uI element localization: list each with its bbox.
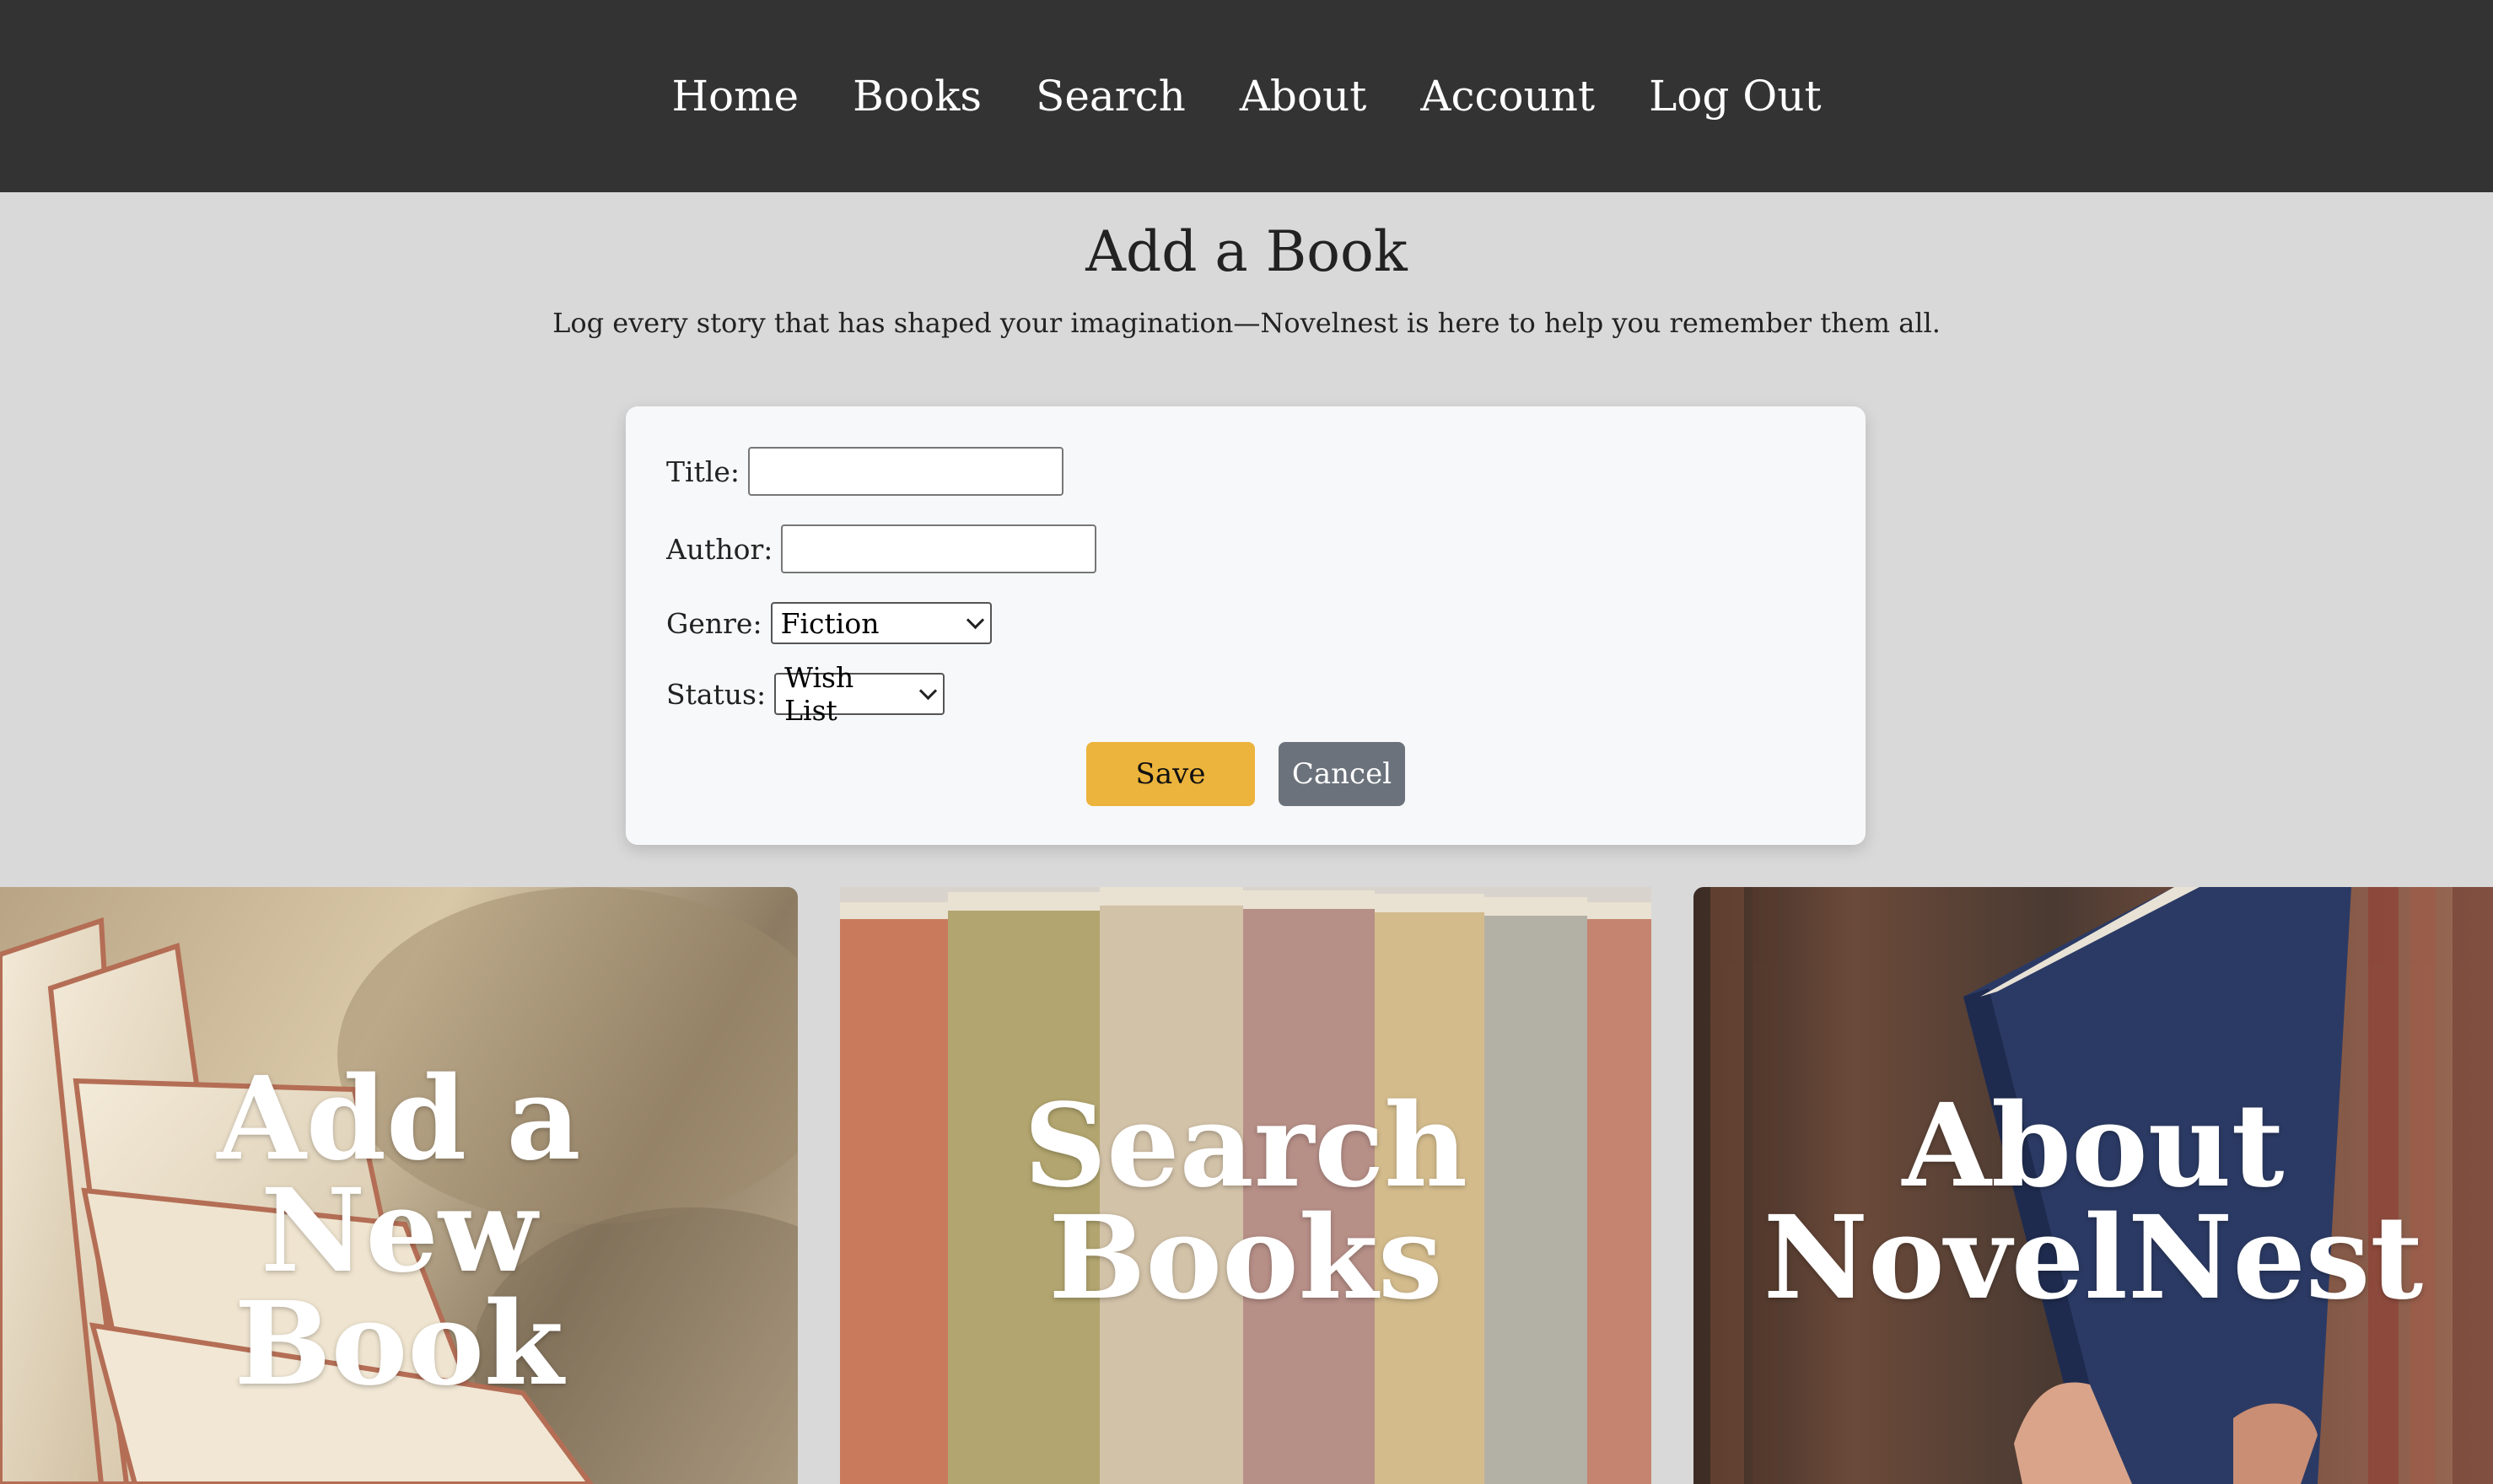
nav-books-link[interactable]: Books [853, 72, 982, 121]
status-selected-value: Wish List [784, 661, 854, 727]
author-row: Author: [666, 524, 1097, 573]
cancel-button[interactable]: Cancel [1279, 742, 1405, 806]
search-books-tile-label: Search Books [1023, 1078, 1468, 1325]
nav-home-link[interactable]: Home [671, 72, 799, 121]
status-row: Status: Wish List [666, 661, 945, 727]
title-label: Title: [666, 454, 740, 488]
genre-selected-value: Fiction [780, 606, 880, 640]
add-book-form: Title: Author: Genre: Fiction Status: Wi… [626, 406, 1866, 845]
nav-logout-link[interactable]: Log Out [1649, 72, 1822, 121]
search-books-tile[interactable]: Search Books [840, 887, 1651, 1484]
top-navigation: Home Books Search About Account Log Out [0, 0, 2493, 192]
add-book-tile-label: Add a New Book [217, 1051, 581, 1411]
nav-about-link[interactable]: About [1240, 72, 1367, 121]
title-row: Title: [666, 447, 1064, 496]
page-subtitle: Log every story that has shaped your ima… [552, 307, 1941, 339]
nav-account-link[interactable]: Account [1420, 72, 1595, 121]
save-button[interactable]: Save [1086, 742, 1255, 806]
author-input[interactable] [781, 524, 1097, 573]
chevron-down-icon [919, 681, 938, 700]
chevron-down-icon [966, 610, 984, 629]
genre-select[interactable]: Fiction [770, 602, 992, 644]
about-novelnest-tile-label: About NovelNest [1763, 1078, 2424, 1325]
genre-row: Genre: Fiction [666, 602, 992, 644]
author-label: Author: [666, 532, 773, 566]
page-title: Add a Book [1085, 219, 1408, 284]
status-label: Status: [666, 677, 767, 711]
nav-search-link[interactable]: Search [1036, 72, 1186, 121]
add-book-tile[interactable]: Add a New Book [0, 887, 798, 1484]
title-input[interactable] [748, 447, 1064, 496]
status-select[interactable]: Wish List [774, 661, 945, 727]
about-novelnest-tile[interactable]: About NovelNest [1693, 887, 2493, 1484]
genre-label: Genre: [666, 606, 762, 640]
